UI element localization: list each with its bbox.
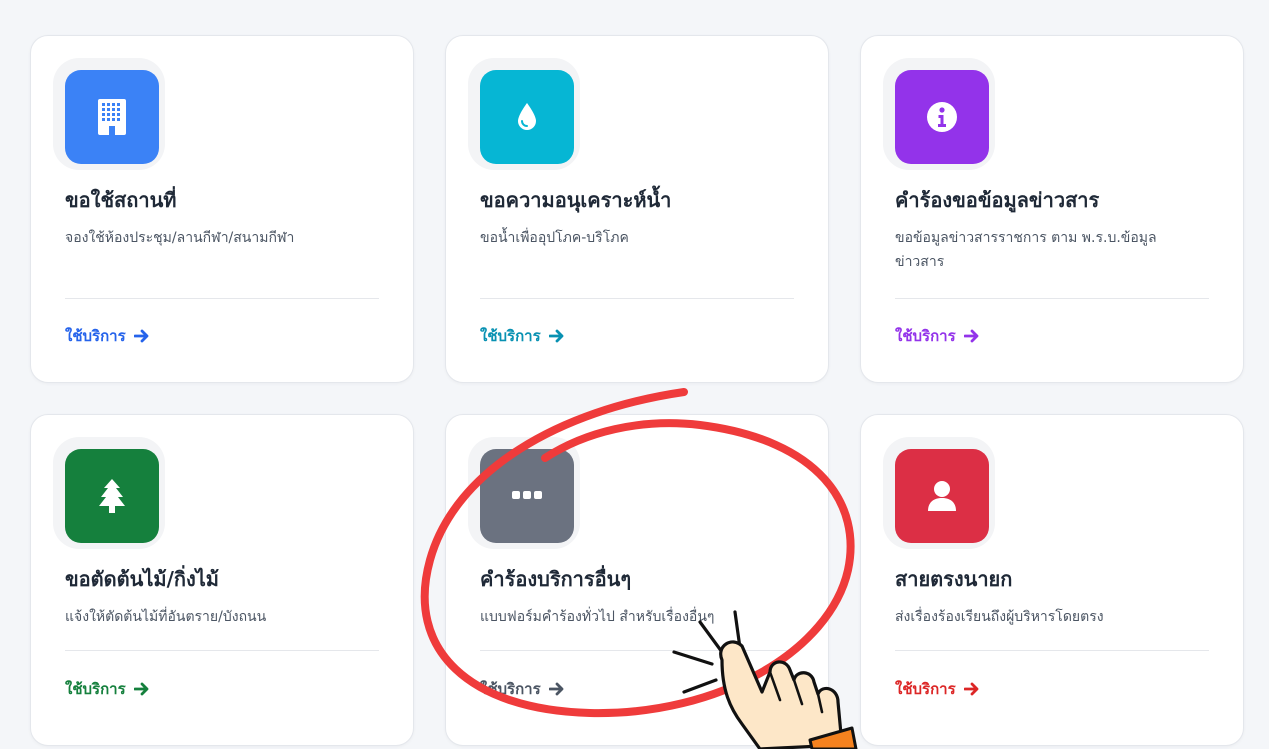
card-description: ส่งเรื่องร้องเรียนถึงผู้บริหารโดยตรง xyxy=(895,609,1104,625)
divider xyxy=(895,298,1209,299)
card-title: สายตรงนายก xyxy=(895,567,1013,591)
card-title: ขอความอนุเคราะห์น้ำ xyxy=(480,188,672,212)
arrow-right-icon xyxy=(548,329,564,343)
tree-icon xyxy=(65,449,159,543)
service-card-information[interactable]: คำร้องขอข้อมูลข่าวสาร ขอข้อมูลข่าวสารราช… xyxy=(860,35,1244,383)
divider xyxy=(895,650,1209,651)
more-dots-icon xyxy=(480,449,574,543)
use-service-link[interactable]: ใช้บริการ xyxy=(895,324,980,348)
card-description: ขอน้ำเพื่ออุปโภค-บริโภค xyxy=(480,230,629,246)
service-grid: ขอใช้สถานที่ จองใช้ห้องประชุม/ลานกีฬา/สน… xyxy=(30,35,1244,746)
service-card-tree-cutting[interactable]: ขอตัดต้นไม้/กิ่งไม้ แจ้งให้ตัดต้นไม้ที่อ… xyxy=(30,414,414,746)
building-icon xyxy=(65,70,159,164)
card-description: แจ้งให้ตัดต้นไม้ที่อันตราย/บังถนน xyxy=(65,609,267,625)
arrow-right-icon xyxy=(963,682,979,696)
divider xyxy=(65,650,379,651)
water-drop-icon xyxy=(480,70,574,164)
arrow-right-icon xyxy=(133,682,149,696)
divider xyxy=(65,298,379,299)
card-title: คำร้องขอข้อมูลข่าวสาร xyxy=(895,188,1100,212)
service-card-venue[interactable]: ขอใช้สถานที่ จองใช้ห้องประชุม/ลานกีฬา/สน… xyxy=(30,35,414,383)
divider xyxy=(480,650,794,651)
use-service-label: ใช้บริการ xyxy=(480,327,541,345)
service-card-other-requests[interactable]: คำร้องบริการอื่นๆ แบบฟอร์มคำร้องทั่วไป ส… xyxy=(445,414,829,746)
use-service-link[interactable]: ใช้บริการ xyxy=(65,677,150,701)
service-card-water[interactable]: ขอความอนุเคราะห์น้ำ ขอน้ำเพื่ออุปโภค-บริ… xyxy=(445,35,829,383)
use-service-label: ใช้บริการ xyxy=(480,680,541,698)
user-icon xyxy=(895,449,989,543)
use-service-link[interactable]: ใช้บริการ xyxy=(65,324,150,348)
arrow-right-icon xyxy=(133,329,149,343)
arrow-right-icon xyxy=(548,682,564,696)
use-service-label: ใช้บริการ xyxy=(65,680,126,698)
use-service-link[interactable]: ใช้บริการ xyxy=(895,677,980,701)
card-title: ขอตัดต้นไม้/กิ่งไม้ xyxy=(65,567,219,591)
info-icon xyxy=(895,70,989,164)
use-service-label: ใช้บริการ xyxy=(895,327,956,345)
arrow-right-icon xyxy=(963,329,979,343)
card-title: ขอใช้สถานที่ xyxy=(65,188,177,212)
card-description: จองใช้ห้องประชุม/ลานกีฬา/สนามกีฬา xyxy=(65,230,295,246)
use-service-link[interactable]: ใช้บริการ xyxy=(480,324,565,348)
use-service-label: ใช้บริการ xyxy=(65,327,126,345)
service-card-mayor-hotline[interactable]: สายตรงนายก ส่งเรื่องร้องเรียนถึงผู้บริหา… xyxy=(860,414,1244,746)
divider xyxy=(480,298,794,299)
card-description: ขอข้อมูลข่าวสารราชการ ตาม พ.ร.บ.ข้อมูลข่… xyxy=(895,230,1157,270)
use-service-label: ใช้บริการ xyxy=(895,680,956,698)
card-description: แบบฟอร์มคำร้องทั่วไป สำหรับเรื่องอื่นๆ xyxy=(480,609,715,625)
card-title: คำร้องบริการอื่นๆ xyxy=(480,567,632,591)
use-service-link[interactable]: ใช้บริการ xyxy=(480,677,565,701)
